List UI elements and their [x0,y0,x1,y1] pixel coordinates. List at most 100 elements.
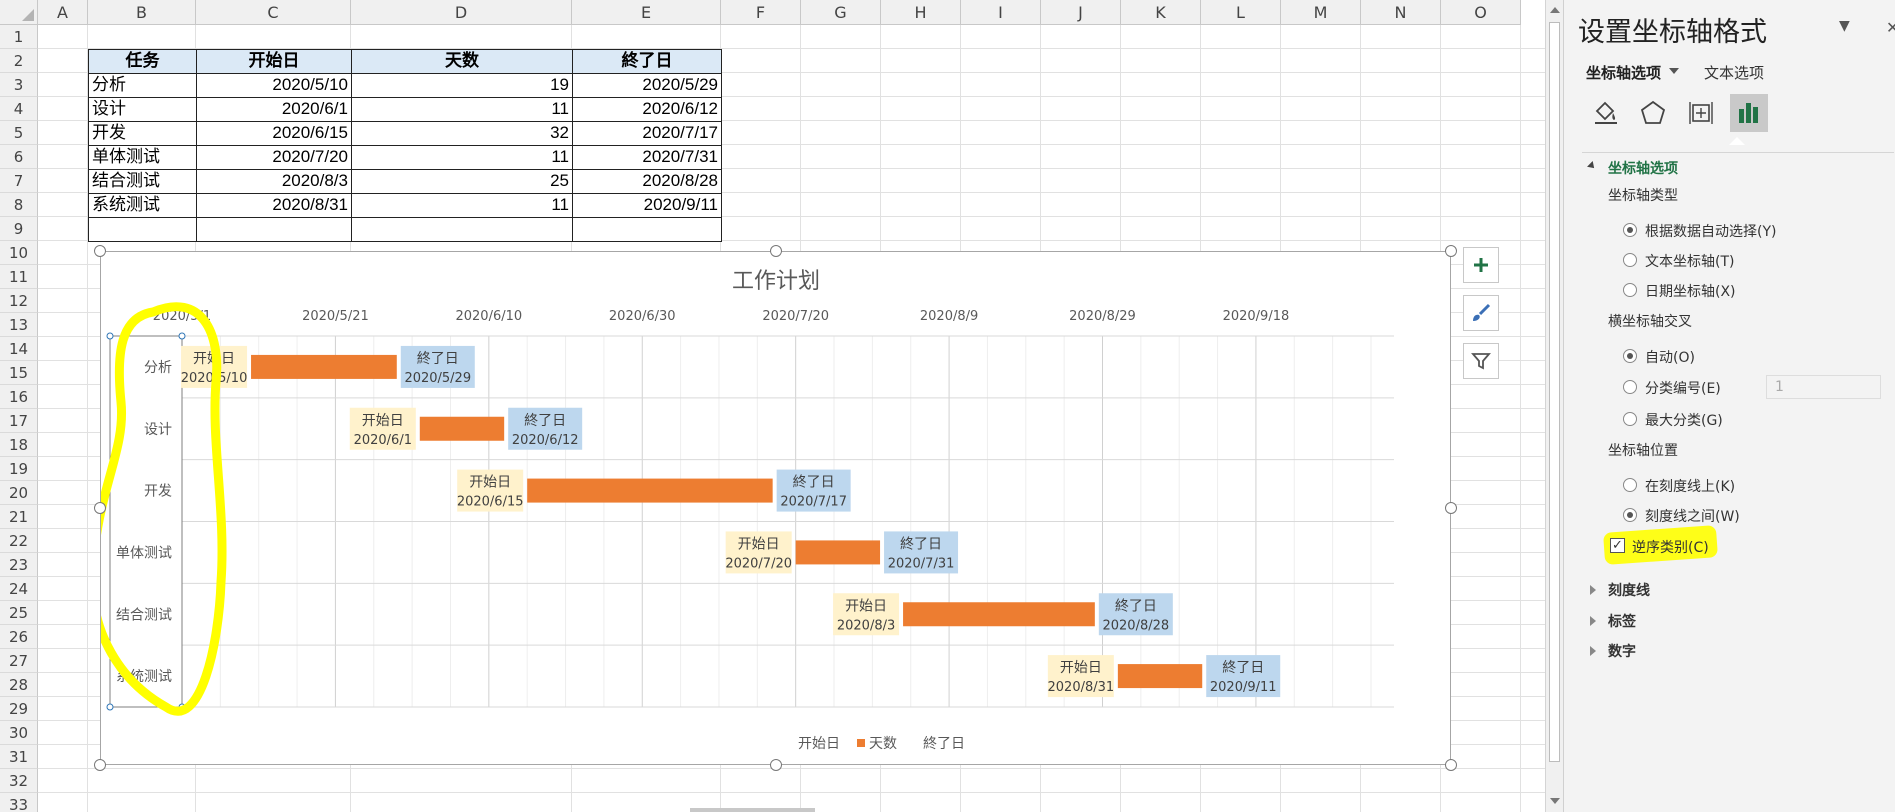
section-labels[interactable]: 标签 [1608,611,1636,631]
radio-axis-type-auto[interactable] [1623,223,1637,237]
table-cell[interactable]: 分析 [88,73,197,98]
cross-auto-label[interactable]: 自动(O) [1645,347,1695,367]
row-header-17[interactable]: 17 [0,409,38,433]
chart-elements-button[interactable] [1463,247,1499,283]
radio-cross-number[interactable] [1623,380,1637,394]
row-header-22[interactable]: 22 [0,529,38,553]
table-cell[interactable] [572,217,722,242]
row-header-13[interactable]: 13 [0,313,38,337]
column-header-D[interactable]: D [351,0,572,25]
horizontal-scrollbar[interactable] [690,808,815,812]
table-header-cell[interactable]: 开始日 [196,49,352,74]
row-header-4[interactable]: 4 [0,97,38,121]
row-header-11[interactable]: 11 [0,265,38,289]
table-cell[interactable] [196,217,352,242]
table-cell[interactable]: 开发 [88,121,197,146]
column-header-K[interactable]: K [1121,0,1201,25]
row-header-5[interactable]: 5 [0,121,38,145]
column-header-M[interactable]: M [1281,0,1361,25]
row-header-12[interactable]: 12 [0,289,38,313]
table-cell[interactable]: 2020/5/10 [196,73,352,98]
table-cell[interactable]: 25 [351,169,573,194]
row-header-31[interactable]: 31 [0,745,38,769]
effects-button[interactable] [1634,94,1672,132]
row-header-30[interactable]: 30 [0,721,38,745]
table-cell[interactable]: 系统测试 [88,193,197,218]
table-cell[interactable]: 2020/9/11 [572,193,722,218]
radio-between-tick-marks[interactable] [1623,508,1637,522]
expand-arrow-icon[interactable] [1590,646,1596,656]
section-number[interactable]: 数字 [1608,641,1636,661]
column-header-O[interactable]: O [1441,0,1521,25]
axis-type-text-label[interactable]: 文本坐标轴(T) [1645,251,1734,271]
table-cell[interactable]: 2020/8/3 [196,169,352,194]
table-cell[interactable]: 2020/7/17 [572,121,722,146]
column-header-E[interactable]: E [572,0,721,25]
column-header-G[interactable]: G [801,0,881,25]
table-cell[interactable]: 设计 [88,97,197,122]
tab-axis-options[interactable]: 坐标轴选项 [1586,62,1661,83]
table-header-cell[interactable]: 任务 [88,49,197,74]
row-header-15[interactable]: 15 [0,361,38,385]
row-header-14[interactable]: 14 [0,337,38,361]
table-cell[interactable]: 2020/6/12 [572,97,722,122]
row-header-2[interactable]: 2 [0,49,38,73]
cross-number-input[interactable]: 1 [1766,375,1881,399]
row-header-25[interactable]: 25 [0,601,38,625]
radio-axis-type-date[interactable] [1623,283,1637,297]
select-all-corner[interactable] [0,0,38,25]
column-header-N[interactable]: N [1361,0,1441,25]
table-cell[interactable]: 2020/8/28 [572,169,722,194]
table-cell[interactable]: 2020/6/1 [196,97,352,122]
axis-type-auto-label[interactable]: 根据数据自动选择(Y) [1645,221,1776,241]
row-header-26[interactable]: 26 [0,625,38,649]
row-header-23[interactable]: 23 [0,553,38,577]
row-header-16[interactable]: 16 [0,385,38,409]
scroll-up-icon[interactable] [1550,7,1560,13]
radio-on-tick-marks[interactable] [1623,478,1637,492]
row-header-3[interactable]: 3 [0,73,38,97]
row-header-10[interactable]: 10 [0,241,38,265]
row-header-20[interactable]: 20 [0,481,38,505]
chart-resize-handle[interactable] [1445,245,1457,257]
table-cell[interactable]: 19 [351,73,573,98]
section-tick-marks[interactable]: 刻度线 [1608,580,1650,600]
table-cell[interactable]: 2020/6/15 [196,121,352,146]
chart-resize-handle[interactable] [94,759,106,771]
radio-axis-type-text[interactable] [1623,253,1637,267]
table-cell[interactable] [351,217,573,242]
chart-resize-handle[interactable] [769,245,782,257]
table-cell[interactable]: 32 [351,121,573,146]
row-header-33[interactable]: 33 [0,793,38,812]
gantt-chart[interactable]: 工作计划 2020/5/1 2020/5/21 2020/6/10 2020/6/30 2… [100,251,1451,765]
table-header-cell[interactable]: 天数 [351,49,573,74]
row-header-18[interactable]: 18 [0,433,38,457]
between-tick-marks-label[interactable]: 刻度线之间(W) [1645,506,1740,526]
column-header-I[interactable]: I [961,0,1041,25]
table-cell[interactable]: 2020/5/29 [572,73,722,98]
table-cell[interactable]: 11 [351,97,573,122]
row-header-6[interactable]: 6 [0,145,38,169]
tab-text-options[interactable]: 文本选项 [1704,62,1764,83]
row-header-32[interactable]: 32 [0,769,38,793]
expand-arrow-icon[interactable] [1590,585,1596,595]
row-header-24[interactable]: 24 [0,577,38,601]
cross-number-label[interactable]: 分类编号(E) [1645,378,1721,398]
row-header-7[interactable]: 7 [0,169,38,193]
size-properties-button[interactable] [1682,94,1720,132]
row-header-29[interactable]: 29 [0,697,38,721]
row-header-8[interactable]: 8 [0,193,38,217]
column-header-J[interactable]: J [1041,0,1121,25]
table-header-cell[interactable]: 終了日 [572,49,722,74]
on-tick-marks-label[interactable]: 在刻度线上(K) [1645,476,1735,496]
axis-type-date-label[interactable]: 日期坐标轴(X) [1645,281,1736,301]
collapse-arrow-icon[interactable] [1587,161,1597,171]
chart-resize-handle[interactable] [769,759,782,771]
radio-cross-max[interactable] [1623,412,1637,426]
cross-max-label[interactable]: 最大分类(G) [1645,410,1723,430]
table-cell[interactable] [88,217,197,242]
vertical-scrollbar[interactable] [1545,0,1563,812]
row-header-27[interactable]: 27 [0,649,38,673]
fill-line-button[interactable] [1586,94,1624,132]
scroll-down-icon[interactable] [1550,798,1560,804]
